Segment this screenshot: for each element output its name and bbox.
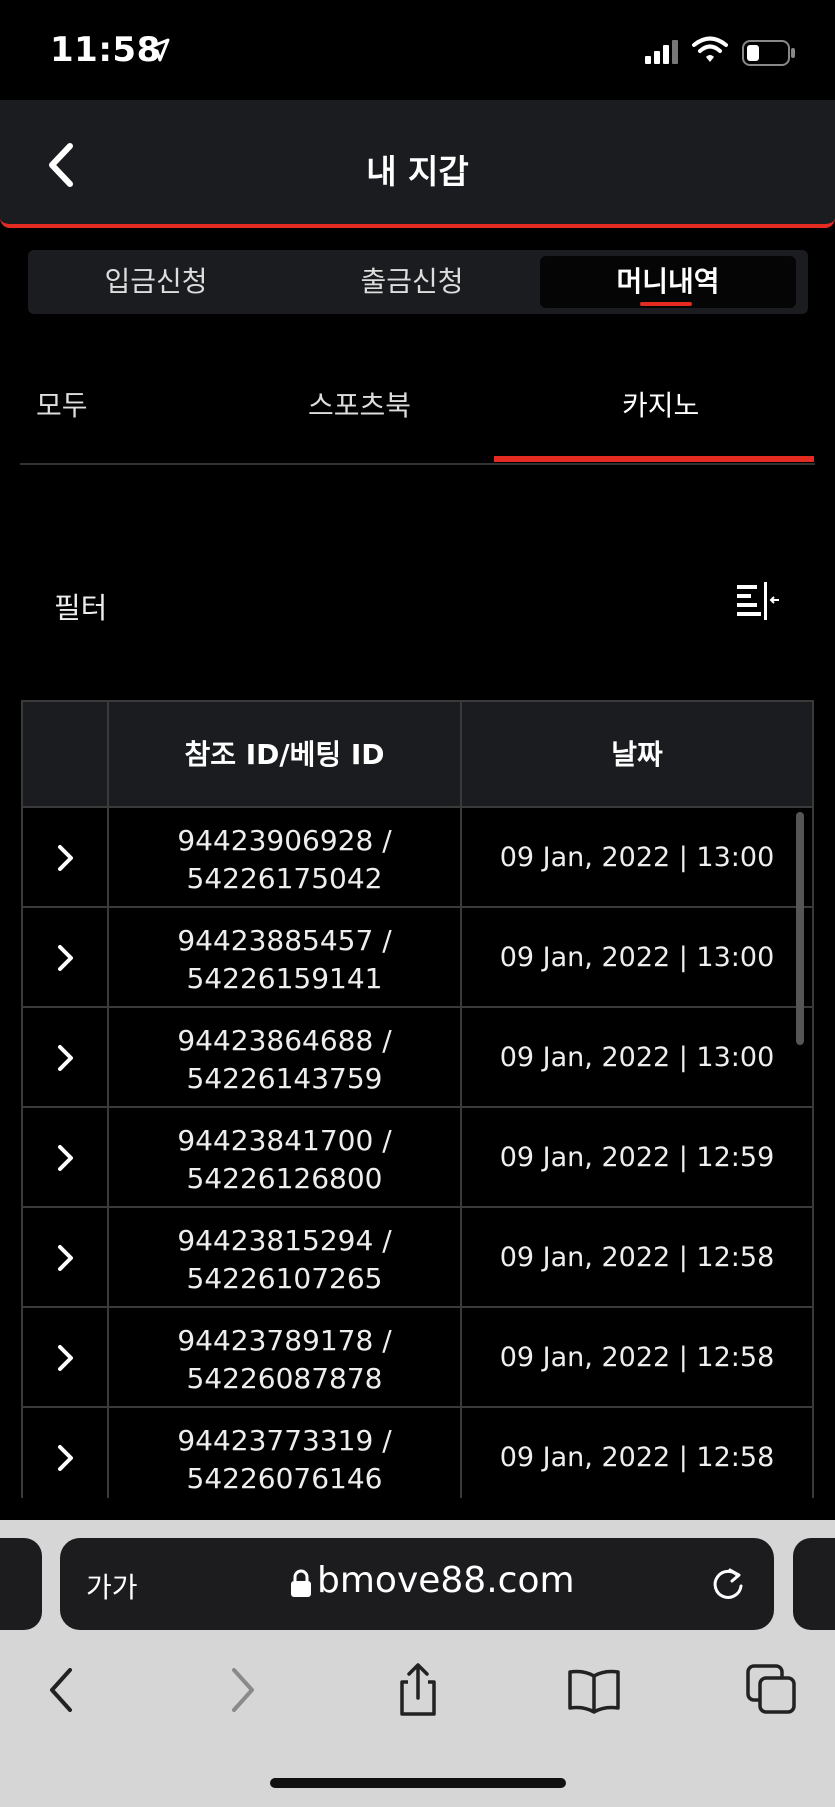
tab-deposit-request[interactable]: 입금신청 [28,256,284,308]
chevron-right-icon [58,1245,73,1271]
status-bar: 11:58 [0,0,835,100]
expand-cell[interactable] [23,1408,109,1498]
ref-id: 94423841700 / [177,1124,392,1157]
active-subtab-indicator [494,456,814,462]
chevron-right-icon [58,1045,73,1071]
table-row[interactable]: 94423885457 / 54226159141 09 Jan, 2022 | … [23,908,812,1008]
reload-icon[interactable] [708,1564,748,1604]
ref-id-cell: 94423906928 / 54226175042 [109,808,462,908]
browser-toolbar: 가가 bmove88.com [0,1520,835,1807]
bet-id: 54226076146 [186,1462,383,1495]
page-title: 내 지갑 [366,152,469,191]
signal-icon [645,40,678,64]
lock-icon [291,1569,311,1597]
chevron-right-icon [58,845,73,871]
bet-id: 54226087878 [186,1362,383,1395]
ref-id: 94423773319 / [177,1424,392,1457]
battery-icon [742,40,795,66]
date-cell: 09 Jan, 2022 | 12:58 [499,1242,775,1273]
date-cell: 09 Jan, 2022 | 12:58 [499,1342,775,1373]
subtab-sportsbook[interactable]: 스포츠북 [308,384,411,424]
expand-cell[interactable] [23,1208,109,1308]
ref-id: 94423864688 / [177,1024,392,1057]
subtab-all[interactable]: 모두 [36,384,88,424]
table-row[interactable]: 94423773319 / 54226076146 09 Jan, 2022 | … [23,1408,812,1498]
text-size-button[interactable]: 가가 [86,1566,138,1606]
ref-id-cell: 94423841700 / 54226126800 [109,1108,462,1208]
header-date: 날짜 [611,738,663,771]
app-header: 내 지갑 [0,100,835,228]
ref-id-cell: 94423885457 / 54226159141 [109,908,462,1008]
date-cell: 09 Jan, 2022 | 12:59 [499,1142,775,1173]
table-row[interactable]: 94423841700 / 54226126800 09 Jan, 2022 | … [23,1108,812,1208]
date-cell: 09 Jan, 2022 | 12:58 [499,1442,775,1473]
filter-label: 필터 [54,591,108,625]
header-ref-id: 참조 ID/베팅 ID [109,702,462,808]
location-arrow-icon [146,38,170,62]
chevron-right-icon [58,1145,73,1171]
main-tabs: 입금신청 출금신청 머니내역 [28,250,808,314]
expand-cell[interactable] [23,1308,109,1408]
tab-withdraw-request[interactable]: 출금신청 [284,256,540,308]
ref-id-cell: 94423789178 / 54226087878 [109,1308,462,1408]
url-text: bmove88.com [317,1560,575,1601]
date-cell: 09 Jan, 2022 | 13:00 [499,1042,775,1073]
address-bar[interactable]: 가가 bmove88.com [60,1538,774,1630]
ref-id-cell: 94423815294 / 54226107265 [109,1208,462,1308]
expand-cell[interactable] [23,1008,109,1108]
bookmarks-icon[interactable] [564,1660,624,1720]
ref-id: 94423906928 / [177,824,392,857]
share-icon[interactable] [388,1660,448,1720]
bet-id: 54226143759 [186,1062,383,1095]
date-cell: 09 Jan, 2022 | 13:00 [499,942,775,973]
header-expand-col [23,702,109,808]
bet-id: 54226159141 [186,962,383,995]
ref-id: 94423815294 / [177,1224,392,1257]
ref-id-cell: 94423864688 / 54226143759 [109,1008,462,1108]
subtab-casino[interactable]: 카지노 [622,384,699,424]
home-indicator [270,1778,566,1788]
ref-id: 94423885457 / [177,924,392,957]
status-time: 11:58 [50,30,161,70]
chevron-right-icon [58,1345,73,1371]
date-cell: 09 Jan, 2022 | 13:00 [499,842,775,873]
history-table: 참조 ID/베팅 ID 날짜 94423906928 / 54226175042 … [21,700,814,1498]
expand-cell[interactable] [23,808,109,908]
table-row[interactable]: 94423815294 / 54226107265 09 Jan, 2022 | … [23,1208,812,1308]
expand-cell[interactable] [23,1108,109,1208]
filter-icon[interactable] [735,582,781,622]
back-icon[interactable] [32,1660,92,1720]
table-scrollbar[interactable] [796,812,804,1045]
bet-id: 54226107265 [186,1262,383,1295]
chevron-right-icon [58,945,73,971]
table-header: 참조 ID/베팅 ID 날짜 [23,700,812,808]
bet-id: 54226175042 [186,862,383,895]
tab-money-history-label: 머니내역 [616,265,720,298]
forward-icon[interactable] [212,1660,272,1720]
expand-cell[interactable] [23,908,109,1008]
next-tab-preview[interactable] [793,1538,835,1630]
sub-tabs: 모두 스포츠북 카지노 [20,370,815,465]
tab-money-history[interactable]: 머니내역 [540,256,796,308]
table-row[interactable]: 94423906928 / 54226175042 09 Jan, 2022 | … [23,808,812,908]
previous-tab-preview[interactable] [0,1538,42,1630]
table-row[interactable]: 94423789178 / 54226087878 09 Jan, 2022 | … [23,1308,812,1408]
tabs-icon[interactable] [742,1660,802,1720]
active-tab-indicator [640,302,692,306]
ref-id-cell: 94423773319 / 54226076146 [109,1408,462,1498]
chevron-right-icon [58,1445,73,1471]
table-row[interactable]: 94423864688 / 54226143759 09 Jan, 2022 | … [23,1008,812,1108]
wifi-icon [692,36,728,62]
ref-id: 94423789178 / [177,1324,392,1357]
bet-id: 54226126800 [186,1162,383,1195]
